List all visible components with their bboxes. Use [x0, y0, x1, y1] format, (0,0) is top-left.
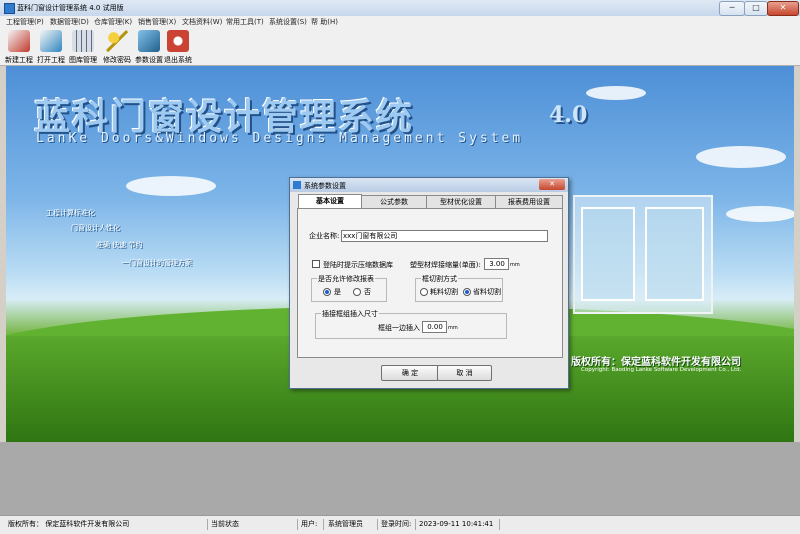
library-button[interactable]: 图库管理 — [67, 29, 99, 64]
menu-data[interactable]: 数据管理(D) — [50, 17, 89, 27]
company-name-label: 企业名称: — [309, 232, 340, 240]
insert-size-unit: mm — [448, 325, 458, 331]
new-project-icon — [8, 30, 30, 52]
modify-report-group: 是否允许修改报表 是 否 — [311, 274, 387, 302]
cut-method-option2-radio[interactable] — [463, 288, 471, 296]
cloud — [726, 206, 794, 222]
cloud — [126, 176, 216, 196]
settings-icon — [138, 30, 160, 52]
open-project-icon — [40, 30, 62, 52]
menu-help[interactable]: 帮 助(H) — [311, 17, 338, 27]
status-state: 当前状态 — [208, 519, 298, 530]
slogan-3: 准确 快速 节约 — [96, 241, 143, 249]
key-icon — [106, 30, 128, 52]
workspace-empty-area — [0, 442, 800, 515]
insert-field-label: 框组一边插入 — [378, 324, 420, 332]
slogan-1: 工程计算标准化 — [46, 209, 95, 217]
tab-basic-settings[interactable]: 基本设置 — [298, 194, 362, 209]
window-illustration — [573, 195, 713, 314]
banner-copyright-english: Copyright: Baoding Lanke Software Develo… — [581, 367, 742, 373]
window-pane — [581, 207, 635, 301]
app-icon — [4, 3, 15, 14]
new-project-label: 新建工程 — [5, 56, 33, 64]
tab-formula-params[interactable]: 公式参数 — [361, 195, 427, 209]
dialog-icon — [293, 181, 301, 189]
menu-warehouse[interactable]: 仓库管理(K) — [94, 17, 132, 27]
status-login-label: 登录时间: — [378, 519, 416, 530]
banner-version: 4.0 — [549, 102, 588, 128]
window-title: 蓝科门窗设计管理系统 4.0 试用版 — [17, 4, 124, 12]
cloud — [586, 86, 646, 100]
menu-project[interactable]: 工程管理(P) — [6, 17, 44, 27]
open-project-button[interactable]: 打开工程 — [35, 29, 67, 64]
weld-shrink-label: 塑型材焊接缩量(单面): — [410, 261, 481, 269]
modify-report-yes-radio[interactable] — [323, 288, 331, 296]
minimize-button[interactable]: ─ — [719, 1, 745, 16]
insert-size-label: 插接框组插入尺寸 — [321, 309, 379, 319]
banner-copyright: 版权所有：保定蓝科软件开发有限公司 — [571, 357, 741, 368]
library-label: 图库管理 — [69, 56, 97, 64]
exit-system-label: 退出系统 — [164, 56, 192, 64]
parameter-settings-label: 参数设置 — [135, 56, 163, 64]
status-copyright: 版权所有： 保定蓝科软件开发有限公司 — [5, 519, 208, 530]
weld-shrink-input[interactable]: 3.00 — [484, 258, 509, 270]
library-icon — [72, 30, 94, 52]
insert-size-input[interactable]: 0.00 — [422, 321, 447, 333]
dialog-title: 系统参数设置 — [304, 182, 346, 190]
change-password-label: 修改密码 — [103, 56, 131, 64]
cloud — [696, 146, 786, 168]
basic-settings-panel: 企业名称: xxx门窗有限公司 登陆时提示压缩数据库 塑型材焊接缩量(单面): … — [297, 208, 563, 358]
menu-sales[interactable]: 销售管理(X) — [138, 17, 176, 27]
modify-report-no-label: 否 — [364, 288, 371, 296]
modify-report-label: 是否允许修改报表 — [317, 274, 375, 284]
ok-button[interactable]: 确 定 — [381, 365, 439, 381]
menu-system-settings[interactable]: 系统设置(S) — [269, 17, 307, 27]
parameter-settings-button[interactable]: 参数设置 — [133, 29, 165, 64]
exit-system-button[interactable]: 退出系统 — [162, 29, 194, 64]
modify-report-no-radio[interactable] — [353, 288, 361, 296]
slogan-4: 一门窗设计的管理方案 — [122, 259, 192, 267]
tab-report-costs[interactable]: 报表费用设置 — [495, 195, 563, 209]
status-user-value: 系统管理员 — [325, 519, 378, 530]
title-bar: 蓝科门窗设计管理系统 4.0 试用版 ─ □ ✕ — [0, 0, 800, 17]
cut-method-option1-radio[interactable] — [420, 288, 428, 296]
slogan-2: 门窗设计人性化 — [71, 224, 120, 232]
menu-bar: 工程管理(P) 数据管理(D) 仓库管理(K) 销售管理(X) 文档资料(W) … — [0, 16, 800, 27]
new-project-button[interactable]: 新建工程 — [3, 29, 35, 64]
banner-english-title: LanKe Doors&Windows Designs Management S… — [36, 131, 524, 146]
open-project-label: 打开工程 — [37, 56, 65, 64]
status-user-label: 用户: — [298, 519, 324, 530]
company-name-input[interactable]: xxx门窗有限公司 — [341, 230, 548, 242]
close-button[interactable]: ✕ — [767, 1, 799, 16]
toolbar: 新建工程 打开工程 图库管理 修改密码 参数设置 退出系统 — [0, 27, 800, 66]
cancel-button[interactable]: 取 消 — [437, 365, 492, 381]
compress-db-checkbox[interactable] — [312, 260, 320, 268]
change-password-button[interactable]: 修改密码 — [101, 29, 133, 64]
exit-icon — [167, 30, 189, 52]
system-parameters-dialog: 系统参数设置 ✕ 基本设置 公式参数 型材优化设置 报表费用设置 企业名称: x… — [289, 177, 569, 389]
cut-method-label: 框切割方式 — [421, 274, 458, 284]
menu-documents[interactable]: 文档资料(W) — [182, 17, 222, 27]
menu-tools[interactable]: 常用工具(T) — [226, 17, 264, 27]
dialog-close-button[interactable]: ✕ — [539, 179, 565, 190]
tab-profile-optimization[interactable]: 型材优化设置 — [426, 195, 496, 209]
cut-method-option2-label: 省料切割 — [473, 288, 501, 296]
weld-shrink-unit: mm — [510, 262, 520, 268]
window-pane — [645, 207, 704, 301]
cut-method-option1-label: 耗料切割 — [430, 288, 458, 296]
modify-report-yes-label: 是 — [334, 288, 341, 296]
insert-size-group: 插接框组插入尺寸 框组一边插入 0.00 mm — [315, 309, 507, 339]
status-bar: 版权所有： 保定蓝科软件开发有限公司 当前状态 用户: 系统管理员 登录时间: … — [0, 515, 800, 534]
status-login-value: 2023-09-11 10:41:41 — [416, 519, 500, 530]
cut-method-group: 框切割方式 耗料切割 省料切割 — [415, 274, 503, 302]
dialog-title-bar: 系统参数设置 ✕ — [290, 178, 568, 192]
compress-db-label: 登陆时提示压缩数据库 — [323, 261, 393, 269]
maximize-button[interactable]: □ — [744, 1, 768, 16]
